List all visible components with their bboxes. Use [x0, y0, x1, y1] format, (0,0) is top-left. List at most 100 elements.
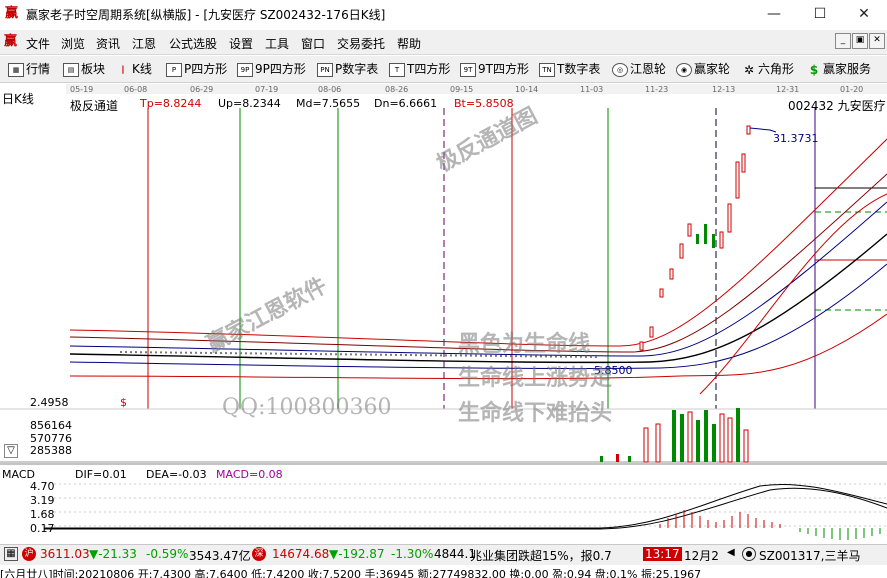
rising-candles — [639, 125, 777, 351]
grid-icon: ▦ — [8, 62, 24, 77]
dn-value: Dn=6.6661 — [374, 97, 438, 110]
toolbar-sectors-button[interactable]: ▤ 板块 — [63, 61, 105, 77]
date-tick: 09-15 — [450, 85, 473, 94]
toolbar-quotes-button[interactable]: ▦ 行情 — [8, 61, 50, 77]
p-square-icon: P — [166, 62, 182, 77]
sz-index-icon: 深 — [252, 547, 266, 561]
candle — [704, 224, 707, 244]
menu-news[interactable]: 资讯 — [96, 35, 120, 52]
winner-wheel-icon: ◉ — [676, 62, 692, 77]
menu-tools[interactable]: 工具 — [265, 35, 289, 52]
watermark-text: QQ:100800360 — [222, 395, 392, 420]
toolbar-service-button[interactable]: $ 赢家服务 — [807, 61, 871, 77]
t-square-icon: T — [389, 62, 405, 77]
candle — [696, 234, 699, 244]
minimize-button[interactable]: — — [751, 0, 797, 28]
collapse-volume-icon[interactable]: ▽ — [4, 444, 18, 458]
toolbar-hexagon-button[interactable]: ✲ 六角形 — [742, 61, 794, 77]
bt-value: Bt=5.8508 — [454, 97, 514, 110]
gann-wheel-icon: ◎ — [612, 62, 628, 77]
toolbar-9p-square-button[interactable]: 9P 9P四方形 — [237, 61, 306, 77]
clock: 13:17 — [643, 547, 682, 561]
toolbar-t-table-button[interactable]: TN T数字表 — [539, 61, 600, 77]
menu-trade[interactable]: 交易委托 — [337, 35, 385, 52]
date-tick: 08-26 — [385, 85, 408, 94]
toolbar-label: K线 — [132, 62, 152, 76]
maximize-button[interactable]: ☐ — [797, 0, 843, 28]
status-bar: ▦ 沪 3611.03 ▼-21.33 -0.59% 3543.47亿 深 14… — [0, 544, 887, 565]
toolbar-label: 9P四方形 — [255, 62, 306, 76]
app-logo-icon: 赢 — [5, 6, 19, 21]
volume-tick: 856164 — [30, 419, 72, 432]
indicator-name: 极反通道 — [70, 99, 119, 113]
stock-label: 002432 九安医疗 — [788, 99, 886, 113]
macd-value: MACD=0.08 — [216, 468, 283, 481]
date-tick: 07-19 — [255, 85, 278, 94]
toolbar-gann-wheel-button[interactable]: ◎ 江恩轮 — [612, 61, 666, 77]
volume-tick: 285388 — [30, 444, 72, 457]
menu-window[interactable]: 窗口 — [301, 35, 325, 52]
date-tick: 11-03 — [580, 85, 603, 94]
date-tick: 06-29 — [190, 85, 213, 94]
bell-icon[interactable]: ● — [742, 547, 756, 561]
mdi-close-button[interactable]: ✕ — [869, 33, 885, 49]
menu-grid-icon[interactable]: ▦ — [4, 547, 18, 561]
toolbar-label: P四方形 — [184, 62, 228, 76]
mdi-restore-button[interactable]: ▣ — [852, 33, 868, 49]
toolbar-label: T数字表 — [557, 62, 601, 76]
toolbar-label: 赢家服务 — [823, 62, 872, 76]
sz-index-pct: -1.30% — [391, 547, 434, 561]
macd-bars — [659, 510, 781, 528]
candle — [741, 153, 746, 173]
candle — [679, 243, 684, 259]
candle — [649, 326, 654, 338]
macd-axis-tick: 3.19 — [30, 494, 55, 507]
hexagon-icon: ✲ — [743, 62, 755, 77]
watermark-text: 生命线下难抬头 — [458, 401, 613, 426]
sh-index-value: 3611.03 — [40, 547, 90, 561]
toolbar-t-square-button[interactable]: T T四方形 — [389, 61, 450, 77]
sh-index-icon: 沪 — [22, 547, 36, 561]
toolbar-p-table-button[interactable]: PN P数字表 — [317, 61, 378, 77]
dollar-icon: $ — [809, 62, 819, 77]
high-annotation: 31.3731 — [773, 132, 819, 145]
dollar-marker: $ — [120, 396, 127, 409]
date-tick: 01-20 — [840, 85, 863, 94]
toolbar-9t-square-button[interactable]: 9T 9T四方形 — [460, 61, 529, 77]
candle — [746, 125, 751, 135]
window-title: 赢家老子时空周期系统[纵横版] - [九安医疗 SZ002432-176日K线] — [26, 8, 386, 22]
menu-browse[interactable]: 浏览 — [61, 35, 85, 52]
toolbar-winner-wheel-button[interactable]: ◉ 赢家轮 — [676, 61, 730, 77]
date-tick: 10-14 — [515, 85, 538, 94]
toolbar-kline-button[interactable]: ┃ K线 — [116, 61, 152, 77]
toolbar-p-square-button[interactable]: P P四方形 — [166, 61, 227, 77]
candlestick-icon: ┃ — [120, 65, 126, 74]
date-tick: 12-31 — [776, 85, 799, 94]
menu-settings[interactable]: 设置 — [229, 35, 253, 52]
close-button[interactable]: ✕ — [841, 0, 887, 28]
9t-square-icon: 9T — [460, 62, 476, 77]
mdi-minimize-button[interactable]: _ — [835, 33, 851, 49]
menu-gann[interactable]: 江恩 — [132, 35, 156, 52]
toolbar-label: 板块 — [81, 62, 106, 76]
alert-stock[interactable]: SZ001317,三羊马 — [759, 547, 860, 564]
volume-bars — [600, 408, 749, 463]
menu-file[interactable]: 文件 — [26, 35, 50, 52]
dea-value: DEA=-0.03 — [146, 468, 207, 481]
prev-arrow-icon[interactable]: ◀ — [727, 547, 735, 558]
candle — [659, 288, 664, 298]
news-ticker[interactable]: 兆业集团跌超15%，报0.7 — [470, 547, 612, 564]
candle — [719, 231, 724, 249]
toolbar: ▦ 行情 ▤ 板块 ┃ K线 P P四方形 9P 9P四方形 PN P数字表 T T四方形 9… — [0, 56, 887, 83]
menu-formula-select[interactable]: 公式选股 — [169, 35, 217, 52]
watermark-text: 生命线上涨势走 — [458, 366, 613, 391]
date-tick: 06-08 — [124, 85, 147, 94]
candle — [735, 161, 740, 199]
toolbar-label: 9T四方形 — [478, 62, 529, 76]
menu-help[interactable]: 帮助 — [397, 35, 421, 52]
candle — [727, 203, 732, 233]
price-axis-label: 2.4958 — [30, 396, 69, 409]
p-table-icon: PN — [317, 62, 333, 77]
candle — [712, 234, 715, 248]
candle — [669, 268, 674, 280]
